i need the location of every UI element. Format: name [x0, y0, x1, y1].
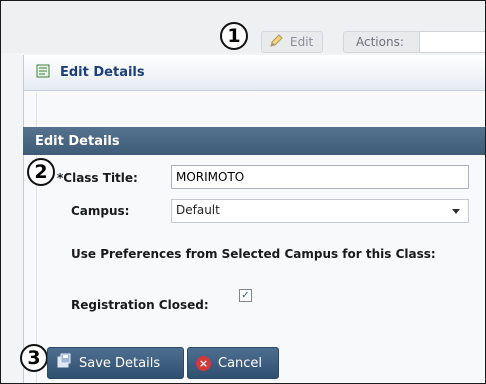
callout-2: 2 — [27, 158, 55, 186]
registration-closed-checkbox[interactable]: ✓ — [239, 289, 252, 302]
campus-selected-value: Default — [176, 203, 220, 217]
campus-select[interactable]: Default — [171, 199, 469, 223]
edit-button-label: Edit — [290, 35, 314, 49]
use-preferences-label: Use Preferences from Selected Campus for… — [71, 247, 436, 261]
dialog-title-bar: Edit Details — [24, 55, 485, 91]
cancel-icon: × — [196, 355, 211, 371]
save-details-button[interactable]: Save Details — [47, 347, 184, 379]
class-title-input[interactable] — [171, 165, 469, 189]
pencil-icon — [269, 33, 284, 51]
class-title-label: *Class Title: — [57, 171, 138, 185]
save-details-label: Save Details — [79, 355, 161, 371]
actions-label: Actions: — [343, 31, 421, 53]
section-header: Edit Details — [23, 127, 485, 155]
dropdown-caret-icon — [452, 209, 460, 214]
actions-dropdown[interactable] — [419, 31, 485, 53]
registration-closed-label: Registration Closed: — [71, 298, 209, 312]
callout-1: 1 — [220, 22, 248, 50]
campus-label: Campus: — [71, 204, 130, 218]
dialog-title: Edit Details — [60, 65, 145, 80]
save-icon — [56, 353, 72, 373]
callout-3: 3 — [20, 344, 48, 372]
app-frame: 1 Edit Actions: Edit Details Edit Detail… — [0, 0, 486, 384]
cancel-label: Cancel — [218, 355, 263, 371]
cancel-button[interactable]: × Cancel — [187, 347, 279, 379]
top-toolbar: 1 Edit Actions: — [1, 1, 485, 53]
form-icon — [36, 63, 50, 82]
edit-button[interactable]: Edit — [261, 31, 323, 53]
